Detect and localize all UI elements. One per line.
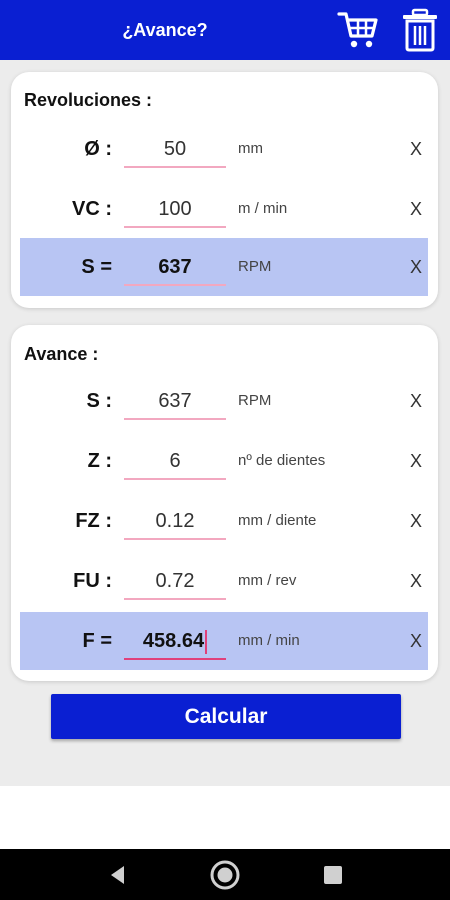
app-bar: ¿Avance?	[0, 0, 450, 60]
f-result-label: F =	[82, 630, 112, 652]
system-navigation-bar	[0, 849, 450, 900]
trash-icon[interactable]	[398, 8, 442, 52]
fz-input[interactable]: 0.12	[124, 492, 226, 550]
fz-label: FZ :	[75, 510, 112, 532]
fz-underline	[124, 538, 226, 540]
calculate-button[interactable]: Calcular	[51, 694, 401, 739]
fu-input[interactable]: 0.72	[124, 552, 226, 610]
z-clear-button[interactable]: X	[410, 432, 422, 490]
z-row: Z : 6 nº de dientes X	[20, 432, 428, 490]
s-result-value: 637	[158, 256, 192, 278]
app-title: ¿Avance?	[122, 20, 208, 40]
revoluciones-title: Revoluciones :	[24, 90, 153, 110]
fu-underline	[124, 598, 226, 600]
vc-unit: m / min	[238, 200, 288, 217]
vc-row: VC : 100 m / min X	[20, 180, 428, 238]
vc-underline	[124, 226, 226, 228]
diameter-clear-button[interactable]: X	[410, 120, 422, 178]
diameter-unit: mm	[238, 140, 263, 157]
s-label: S :	[86, 390, 112, 412]
cart-icon[interactable]	[336, 8, 380, 52]
fu-row: FU : 0.72 mm / rev X	[20, 552, 428, 610]
s-input[interactable]: 637	[124, 372, 226, 430]
f-result-unit: mm / min	[238, 632, 300, 649]
fu-unit: mm / rev	[238, 572, 297, 589]
home-icon[interactable]	[209, 859, 241, 891]
s-row: S : 637 RPM X	[20, 372, 428, 430]
s-result-underline	[124, 284, 226, 286]
f-result-value: 458.64	[142, 630, 205, 652]
z-input[interactable]: 6	[124, 432, 226, 490]
bottom-blank-area	[0, 786, 450, 849]
vc-label: VC :	[72, 198, 112, 220]
fz-clear-button[interactable]: X	[410, 492, 422, 550]
revoluciones-card: Revoluciones : Ø : 50 mm X VC : 100 m / …	[11, 72, 438, 308]
back-icon[interactable]	[102, 859, 134, 891]
recents-icon[interactable]	[317, 859, 349, 891]
text-cursor	[205, 629, 208, 654]
f-result-row: F = 458.64 mm / min X	[20, 612, 428, 670]
diameter-row: Ø : 50 mm X	[20, 120, 428, 178]
z-underline	[124, 478, 226, 480]
fz-unit: mm / diente	[238, 512, 317, 529]
f-result-underline	[124, 658, 226, 660]
z-label: Z :	[87, 450, 112, 472]
s-underline	[124, 418, 226, 420]
vc-clear-button[interactable]: X	[410, 180, 422, 238]
avance-title: Avance :	[24, 344, 99, 364]
z-unit: nº de dientes	[238, 452, 326, 469]
diameter-underline	[124, 166, 226, 168]
s-result-label: S =	[81, 256, 112, 278]
s-result-row: S = 637 RPM X	[20, 238, 428, 296]
fu-clear-button[interactable]: X	[410, 552, 422, 610]
fz-row: FZ : 0.12 mm / diente X	[20, 492, 428, 550]
s-unit: RPM	[238, 392, 272, 409]
diameter-label: Ø :	[84, 138, 112, 160]
fu-label: FU :	[73, 570, 112, 592]
vc-input[interactable]: 100	[124, 180, 226, 238]
avance-card: Avance : S : 637 RPM X Z : 6 nº de dient…	[11, 325, 438, 681]
diameter-input[interactable]: 50	[124, 120, 226, 178]
f-result-input[interactable]: 458.64	[124, 612, 226, 670]
s-result-clear-button[interactable]: X	[410, 238, 422, 296]
f-result-clear-button[interactable]: X	[410, 612, 422, 670]
s-result-unit: RPM	[238, 258, 272, 275]
s-clear-button[interactable]: X	[410, 372, 422, 430]
